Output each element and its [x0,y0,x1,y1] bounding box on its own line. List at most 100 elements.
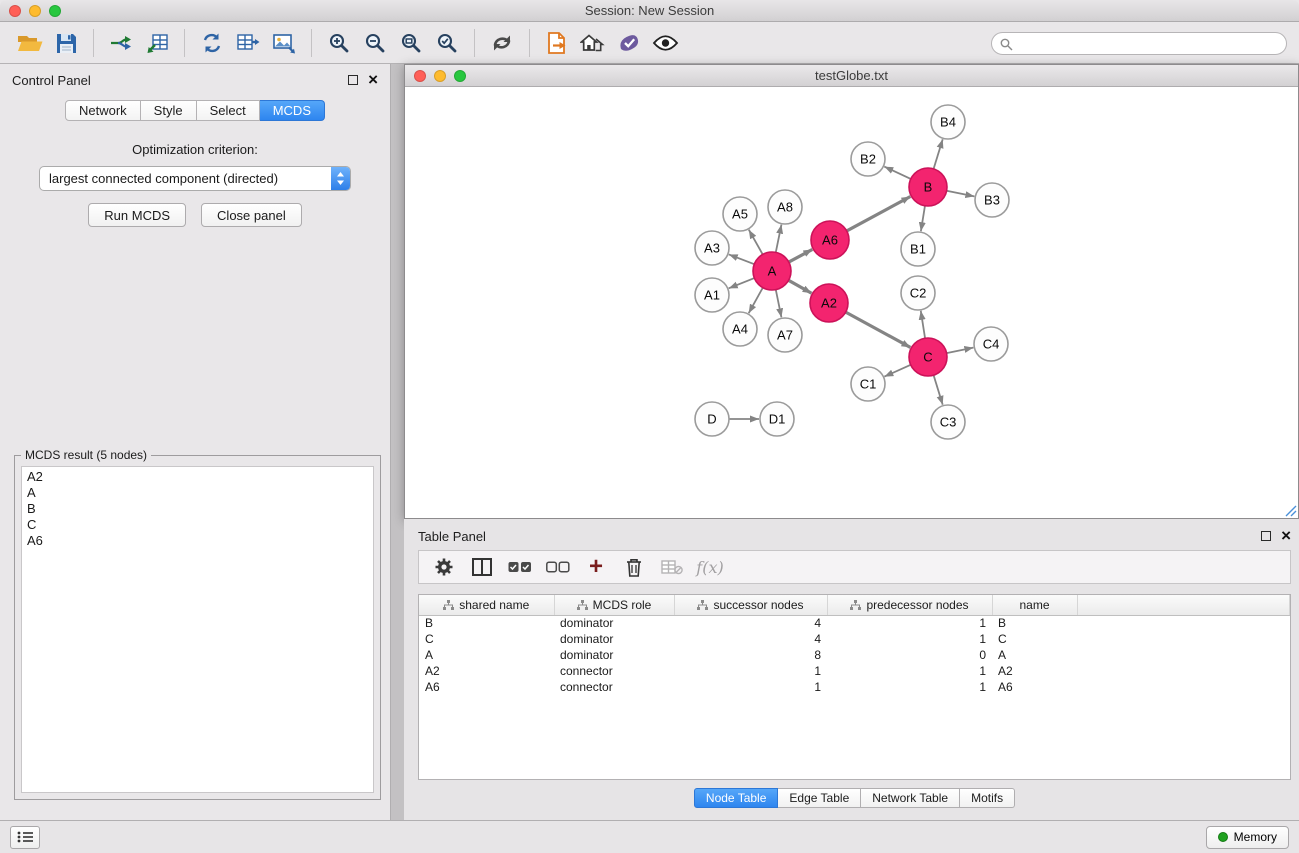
table-row[interactable]: Bdominator41B [419,615,1290,631]
graph-edge-A-A5[interactable] [749,230,763,255]
table-cell[interactable]: 1 [827,615,992,631]
table-cell[interactable]: dominator [554,615,674,631]
graph-node-A1[interactable]: A1 [695,278,729,312]
table-settings-button[interactable] [429,553,459,581]
export-table-button[interactable] [230,26,266,60]
import-network-button[interactable] [103,26,139,60]
graph-edge-B-B4[interactable] [934,139,943,169]
table-cell[interactable]: 1 [674,663,827,679]
table-cell[interactable]: A [992,647,1077,663]
graph-node-B[interactable]: B [909,168,947,206]
tab-style[interactable]: Style [141,100,197,121]
table-cell[interactable]: 4 [674,631,827,647]
first-neighbors-button[interactable] [575,26,611,60]
result-item[interactable]: A6 [22,533,373,549]
graph-edge-C-C4[interactable] [947,348,974,354]
graph-edge-A6-B[interactable] [847,197,911,231]
zoom-in-button[interactable] [321,26,357,60]
table-cell[interactable]: 1 [827,679,992,695]
graph-node-A2[interactable]: A2 [810,284,848,322]
export-image-button[interactable] [266,26,302,60]
import-table-button[interactable] [139,26,175,60]
zoom-fit-button[interactable] [393,26,429,60]
close-panel-icon[interactable]: × [368,75,378,85]
close-panel-button[interactable]: Close panel [201,203,302,227]
close-window-button[interactable] [9,5,21,17]
deselect-all-button[interactable] [543,553,573,581]
delete-column-button[interactable] [619,553,649,581]
add-column-button[interactable]: + [581,553,611,581]
graph-node-C3[interactable]: C3 [931,405,965,439]
graph-edge-C-C1[interactable] [884,365,910,377]
copy-view-button[interactable] [539,26,575,60]
table-row[interactable]: Cdominator41C [419,631,1290,647]
zoom-out-button[interactable] [357,26,393,60]
table-cell[interactable]: 1 [827,663,992,679]
table-cell[interactable]: 8 [674,647,827,663]
refresh-layout-button[interactable] [484,26,520,60]
column-header-shared-name[interactable]: shared name [419,595,554,615]
tab-motifs[interactable]: Motifs [960,788,1015,808]
table-cell[interactable]: dominator [554,631,674,647]
table-cell[interactable]: B [419,615,554,631]
graph-node-A5[interactable]: A5 [723,197,757,231]
show-columns-button[interactable] [467,553,497,581]
net-close-button[interactable] [414,70,426,82]
column-header-successor-nodes[interactable]: successor nodes [674,595,827,615]
graph-node-C1[interactable]: C1 [851,367,885,401]
graph-node-B4[interactable]: B4 [931,105,965,139]
criterion-dropdown[interactable]: largest connected component (directed) [39,166,351,191]
table-cell[interactable]: C [419,631,554,647]
table-row[interactable]: A6connector11A6 [419,679,1290,695]
graph-edge-C-C3[interactable] [934,375,943,405]
column-header-predecessor-nodes[interactable]: predecessor nodes [827,595,992,615]
table-cell[interactable]: A2 [992,663,1077,679]
resize-grip-icon[interactable] [1285,505,1297,517]
minimize-window-button[interactable] [29,5,41,17]
column-header-name[interactable]: name [992,595,1077,615]
result-item[interactable]: A [22,485,373,501]
tab-network-table[interactable]: Network Table [861,788,960,808]
tab-edge-table[interactable]: Edge Table [778,788,861,808]
tab-mcds[interactable]: MCDS [260,100,325,121]
net-zoom-button[interactable] [454,70,466,82]
graph-node-C2[interactable]: C2 [901,276,935,310]
table-cell[interactable]: A [419,647,554,663]
apply-style-button[interactable] [611,26,647,60]
table-cell[interactable]: B [992,615,1077,631]
save-session-button[interactable] [48,26,84,60]
result-item[interactable]: B [22,501,373,517]
float-table-panel-icon[interactable] [1261,531,1271,541]
graph-node-A6[interactable]: A6 [811,221,849,259]
open-session-button[interactable] [12,26,48,60]
graph-node-C4[interactable]: C4 [974,327,1008,361]
float-panel-icon[interactable] [348,75,358,85]
run-mcds-button[interactable]: Run MCDS [88,203,186,227]
zoom-selected-button[interactable] [429,26,465,60]
table-cell[interactable]: 4 [674,615,827,631]
graph-node-B1[interactable]: B1 [901,232,935,266]
table-cell[interactable]: 1 [674,679,827,695]
table-cell[interactable]: connector [554,663,674,679]
show-details-button[interactable] [647,26,683,60]
graph-node-D[interactable]: D [695,402,729,436]
table-cell[interactable]: C [992,631,1077,647]
net-minimize-button[interactable] [434,70,446,82]
graph-edge-A-A4[interactable] [749,288,763,314]
panel-list-button[interactable] [10,826,40,849]
table-cell[interactable]: 0 [827,647,992,663]
table-cell[interactable] [1077,647,1290,663]
graph-edge-B-B3[interactable] [947,191,975,197]
table-cell[interactable] [1077,631,1290,647]
graph-edge-A-A1[interactable] [729,278,755,288]
graph-edge-C-C2[interactable] [921,311,925,338]
graph-edge-A-A2[interactable] [789,280,812,293]
graph-node-A4[interactable]: A4 [723,312,757,346]
table-cell[interactable]: A6 [992,679,1077,695]
graph-edge-A2-C[interactable] [846,312,911,347]
graph-node-A3[interactable]: A3 [695,231,729,265]
table-cell[interactable]: 1 [827,631,992,647]
graph-node-A8[interactable]: A8 [768,190,802,224]
result-item[interactable]: A2 [22,469,373,485]
zoom-window-button[interactable] [49,5,61,17]
